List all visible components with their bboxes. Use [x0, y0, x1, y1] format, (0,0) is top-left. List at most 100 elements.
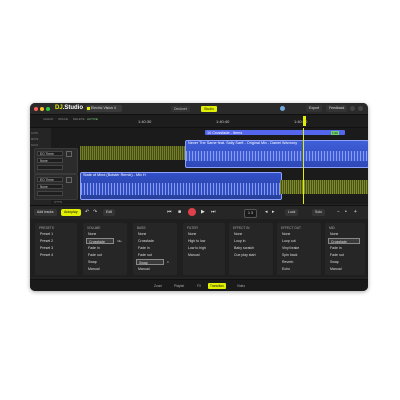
tab-playlist[interactable]: Playlist [172, 283, 186, 289]
solo-button[interactable]: Solo [312, 209, 326, 216]
mid-option[interactable]: Fade out [328, 252, 344, 258]
mid-option[interactable]: Manual [328, 266, 341, 272]
effect-out-option[interactable]: Spin back [280, 252, 297, 258]
deck-1-checkbox[interactable] [66, 151, 72, 157]
bass-option[interactable]: None [136, 231, 146, 237]
deck-2-checkbox[interactable] [66, 177, 72, 183]
tab-studio[interactable]: Studio [201, 106, 217, 112]
skip-back-icon[interactable]: ⏮ [167, 210, 172, 215]
deck-2-param-select[interactable]: None [37, 184, 63, 189]
shortcut-label: ACTIVE [87, 117, 98, 121]
effect-out-option[interactable]: None [280, 231, 290, 237]
effect-in-option[interactable]: Baby scratch [232, 245, 254, 251]
help-icon[interactable] [358, 106, 363, 111]
undo-icon[interactable]: ↶ [85, 210, 89, 215]
transport-bar: Add tracks Autoplay ↶ ↷ Edit ⏮ ■ ▶ ⏭ 1 3… [30, 205, 368, 220]
mid-option[interactable]: Fade in [328, 245, 342, 251]
tab-fx[interactable]: FX [195, 283, 203, 289]
presets-column: PRESETS Preset 1 Preset 2 Preset 3 Prese… [35, 223, 77, 275]
app-window: DJ.Studio Electric Vision 4 Decknet Stud… [30, 103, 368, 291]
preset-item[interactable]: Preset 4 [38, 252, 53, 258]
effect-out-option[interactable]: Reverb [280, 259, 293, 265]
minimize-window-icon[interactable] [40, 107, 44, 111]
redo-icon[interactable]: ↷ [93, 210, 97, 215]
filter-option[interactable]: Manual [186, 252, 199, 258]
track-lane-1[interactable]: Never The Same feat. Sally Sarft - Origi… [80, 138, 368, 168]
deck-2-param-select-2[interactable] [37, 191, 63, 196]
user-avatar[interactable] [280, 106, 285, 111]
mid-option[interactable]: None [328, 231, 338, 237]
mute-label: MUTE [31, 138, 39, 141]
time-tick: 1:40:30 [138, 119, 152, 124]
effect-out-option[interactable]: Echo [280, 266, 290, 272]
deck-2-effect-select[interactable]: EQ Three [37, 177, 63, 182]
effect-in-option[interactable]: Loop in [232, 238, 245, 244]
track-lane-2[interactable]: State of Mind (Bolster Remix) - Mix H [80, 170, 368, 200]
effect-out-column: EFFECT OUT None Loop out Vinyl brake Spi… [277, 223, 321, 275]
zoom-in-icon[interactable]: + [354, 210, 357, 215]
tab-zoom[interactable]: Zoom [152, 283, 164, 289]
volume-option-selected[interactable]: Crossfade [86, 238, 114, 244]
deck-1-param-select-2[interactable] [37, 165, 63, 170]
transition-panel: PRESETS Preset 1 Preset 2 Preset 3 Prese… [30, 219, 368, 277]
app-logo: DJ.Studio [55, 105, 84, 111]
zoom-out-icon[interactable]: − [337, 210, 340, 215]
deck-1-param-select[interactable]: None [37, 158, 63, 163]
shortcut-label: DELETE [73, 117, 85, 121]
tracks-area[interactable]: AUTO MUTE SOLO EQ Three None EQ Three No… [30, 128, 368, 204]
edit-button[interactable]: Edit [103, 209, 116, 216]
close-window-icon[interactable] [34, 107, 38, 111]
tab-video[interactable]: Video [235, 283, 247, 289]
filter-option[interactable]: None [186, 231, 196, 237]
presets-header: PRESETS [39, 226, 54, 230]
volume-option[interactable]: Manual [86, 266, 99, 272]
transition-lane[interactable]: 10 Crossfade - Items 1:00 [80, 128, 368, 136]
bass-option[interactable]: Crossfade [136, 238, 154, 244]
maximize-window-icon[interactable] [46, 107, 50, 111]
effect-out-option[interactable]: Loop out [280, 238, 296, 244]
mid-option-selected[interactable]: Crossfade [328, 238, 360, 244]
bass-option[interactable]: Manual [136, 266, 149, 272]
mid-option[interactable]: Swap [328, 259, 339, 265]
project-selector[interactable]: Electric Vision 4 [86, 105, 122, 112]
volume-option[interactable]: Fade in [86, 245, 100, 251]
deck-1-effect-select[interactable]: EQ Three [37, 151, 63, 156]
bass-option[interactable]: Fade out [136, 252, 152, 258]
add-tracks-button[interactable]: Add tracks [34, 209, 57, 216]
effect-out-option[interactable]: Vinyl brake [280, 245, 299, 251]
preset-item[interactable]: Preset 1 [38, 231, 53, 237]
feedback-button[interactable]: Feedback [326, 105, 348, 112]
prev-page-icon[interactable]: ◂ [265, 210, 268, 215]
filter-option[interactable]: High to low [186, 238, 205, 244]
waveform-clip-2 [81, 183, 281, 195]
preset-item[interactable]: Preset 3 [38, 245, 53, 251]
bass-option[interactable]: Fade in [136, 245, 150, 251]
lock-button[interactable]: Lock [285, 209, 299, 216]
volume-option[interactable]: None [86, 231, 96, 237]
shortcut-label: CHECK [43, 117, 54, 121]
timeline-ruler[interactable]: CHECK SPACE DELETE ACTIVE 1:40:30 1:40:4… [30, 115, 368, 128]
filter-option[interactable]: Low to high [186, 245, 206, 251]
volume-option[interactable]: Fade out [86, 252, 102, 258]
next-page-icon[interactable]: ▸ [272, 210, 275, 215]
autoplay-button[interactable]: Autoplay [61, 209, 81, 216]
tab-transition[interactable]: Transition [208, 283, 226, 289]
bottom-tab-bar: Zoom Playlist FX Transition Video [30, 279, 368, 291]
volume-option[interactable]: Swap [86, 259, 97, 265]
record-button[interactable] [188, 208, 196, 216]
page-counter[interactable]: 1 3 [244, 209, 257, 218]
settings-icon[interactable] [350, 106, 355, 111]
deck-1-controls: EQ Three None [34, 148, 78, 174]
stop-icon[interactable]: ■ [178, 210, 181, 215]
track-2-title: State of Mind (Bolster Remix) - Mix H [83, 173, 146, 177]
skip-forward-icon[interactable]: ⏭ [211, 210, 216, 215]
export-button[interactable]: Export [306, 105, 323, 112]
effect-in-option[interactable]: None [232, 231, 242, 237]
bass-option-selected[interactable]: Swap [136, 259, 164, 265]
zoom-slider-icon[interactable]: • [345, 210, 347, 215]
preset-item[interactable]: Preset 2 [38, 238, 53, 244]
play-icon[interactable]: ▶ [201, 210, 205, 215]
tab-decknet[interactable]: Decknet [171, 106, 190, 112]
playhead-marker[interactable] [303, 116, 306, 126]
effect-in-option[interactable]: Cue play start [232, 252, 256, 258]
